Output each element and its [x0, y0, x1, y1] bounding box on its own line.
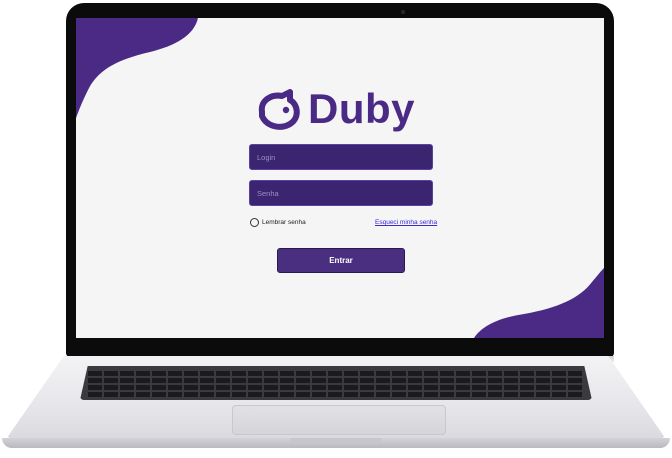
keyboard-keys	[88, 369, 584, 397]
radio-checkbox-icon[interactable]	[250, 218, 259, 227]
password-input[interactable]	[249, 180, 433, 206]
keyboard	[80, 366, 592, 400]
brand-logo: Duby	[256, 88, 415, 130]
trackpad	[232, 405, 446, 435]
remember-password-checkbox[interactable]: Lembrar senha	[250, 218, 306, 227]
decorative-blob-bottom-right	[474, 268, 604, 338]
forgot-password-link[interactable]: Esqueci minha senha	[375, 219, 437, 226]
remember-password-label: Lembrar senha	[262, 219, 306, 226]
login-input[interactable]	[249, 144, 433, 170]
brand-name: Duby	[308, 85, 415, 132]
decorative-blob-top-left	[76, 18, 198, 118]
webcam-icon	[401, 10, 405, 14]
login-submit-button[interactable]: Entrar	[277, 248, 405, 273]
laptop-screen: Duby Lembrar senha Esqueci minha senha E…	[76, 18, 604, 338]
duby-logo-icon	[258, 89, 300, 130]
laptop: Duby Lembrar senha Esqueci minha senha E…	[0, 0, 672, 458]
lid-opening-notch	[290, 438, 382, 444]
